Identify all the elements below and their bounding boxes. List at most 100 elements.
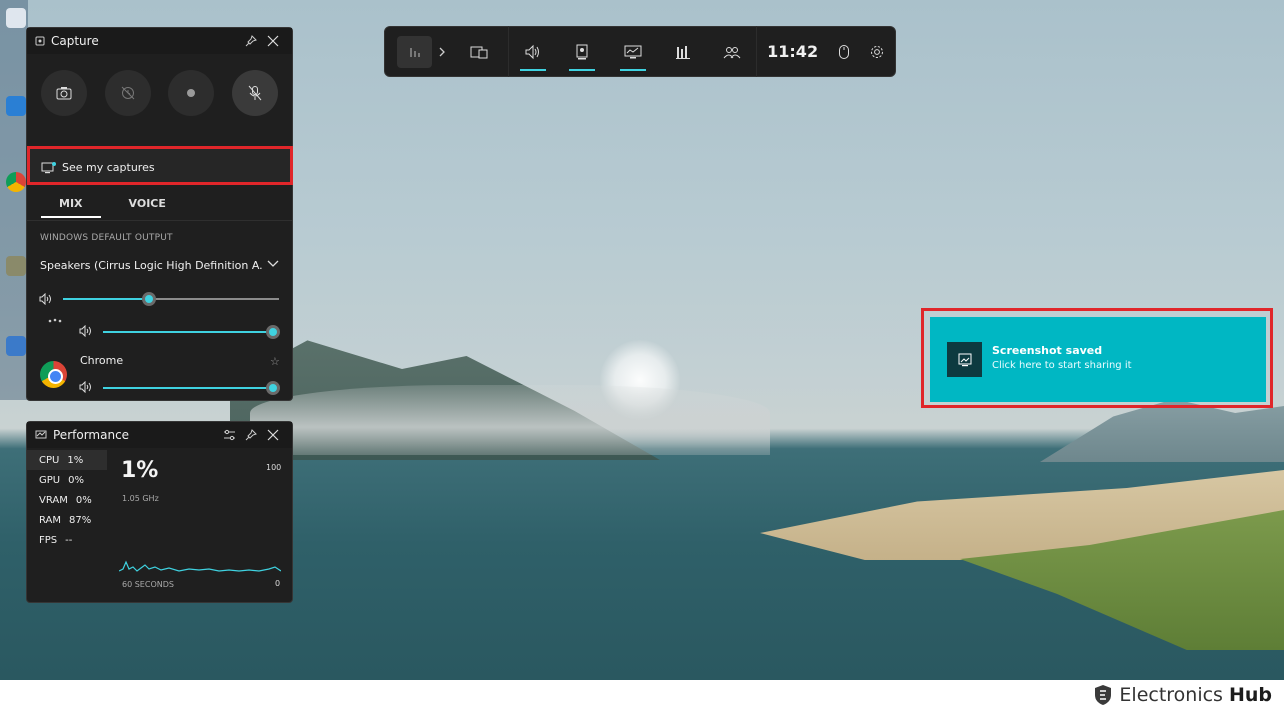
chrome-logo-icon <box>40 361 67 388</box>
stat-value: 1% <box>67 454 84 466</box>
graph-max: 100 <box>266 463 282 472</box>
record-last-button[interactable] <box>104 70 151 116</box>
cpu-frequency: 1.05 GHz <box>122 494 159 503</box>
gear-icon <box>871 45 884 58</box>
capture-buttons <box>27 54 292 116</box>
wallpaper-mist <box>250 385 770 455</box>
widget-menu-button[interactable] <box>397 35 433 68</box>
performance-widget-icon <box>35 430 47 439</box>
master-volume-knob[interactable] <box>142 292 157 306</box>
app-volume-slider[interactable] <box>103 381 280 395</box>
stat-gpu[interactable]: GPU 0% <box>27 470 107 490</box>
speaker-icon <box>79 380 93 396</box>
graph-min: 0 <box>275 579 281 588</box>
favorite-star-icon[interactable]: ☆ <box>270 355 280 368</box>
master-volume-slider[interactable] <box>63 292 279 306</box>
resources-icon <box>675 45 690 59</box>
system-volume-slider[interactable] <box>103 325 280 339</box>
app-name: Chrome <box>80 354 124 367</box>
performance-widget-title: Performance <box>53 428 130 442</box>
speaker-icon <box>79 324 93 340</box>
performance-widget: Performance CPU 1% GPU 0% VRAM 0% RAM 87% FP… <box>26 421 293 603</box>
capture-icon <box>470 46 488 58</box>
xbox-social-icon <box>723 46 741 58</box>
capture-widget-button[interactable] <box>461 26 498 77</box>
mouse-icon <box>838 44 849 59</box>
close-icon <box>267 429 279 441</box>
stat-name: CPU <box>39 454 60 466</box>
stat-cpu[interactable]: CPU 1% <box>27 450 107 470</box>
mic-toggle-button[interactable] <box>231 70 278 116</box>
performance-widget-button[interactable] <box>608 26 658 77</box>
stat-fps[interactable]: FPS -- <box>27 530 107 550</box>
shield-logo-icon <box>1095 685 1112 705</box>
stat-value: -- <box>65 534 73 546</box>
active-indicator <box>569 69 596 71</box>
stat-vram[interactable]: VRAM 0% <box>27 490 107 510</box>
record-widget-icon <box>576 44 588 59</box>
footer: Electronics Hub <box>0 680 1284 711</box>
camera-icon <box>56 87 72 100</box>
output-label: WINDOWS DEFAULT OUTPUT <box>40 233 173 243</box>
see-captures-highlight-box <box>27 146 293 185</box>
close-button[interactable] <box>262 30 284 52</box>
performance-icon <box>624 45 642 58</box>
chevron-down-icon[interactable] <box>267 256 279 272</box>
settings-button[interactable] <box>860 26 895 77</box>
paint-shortcut-icon[interactable] <box>6 336 26 356</box>
mic-off-icon <box>248 85 262 101</box>
pin-icon <box>245 35 257 47</box>
close-button[interactable] <box>262 424 284 446</box>
mouse-settings-button[interactable] <box>828 26 860 77</box>
stats-list: CPU 1% GPU 0% VRAM 0% RAM 87% FPS -- <box>27 450 107 550</box>
widget-menu-icon <box>409 47 420 57</box>
gimp-shortcut-icon[interactable] <box>6 256 26 276</box>
stat-name: GPU <box>39 474 61 486</box>
resources-widget-button[interactable] <box>658 26 708 77</box>
pin-button[interactable] <box>240 424 262 446</box>
active-indicator <box>619 69 646 71</box>
graph-duration: 60 SECONDS <box>122 580 174 589</box>
tab-voice[interactable]: VOICE <box>129 194 184 218</box>
audio-widget-button[interactable] <box>509 26 557 77</box>
capture-overlay-button[interactable] <box>557 26 607 77</box>
output-device-select[interactable]: Speakers (Cirrus Logic High Definition A… <box>40 259 262 272</box>
audio-icon <box>525 44 540 59</box>
close-icon <box>267 35 279 47</box>
expand-chevron-button[interactable] <box>432 26 451 77</box>
cpu-usage-graph <box>119 560 281 572</box>
stat-value: 0% <box>75 494 92 506</box>
chevron-right-icon <box>439 47 445 56</box>
desktop-shortcut-icon[interactable] <box>6 96 26 116</box>
screenshot-button[interactable] <box>41 70 87 116</box>
game-bar: 11:42 <box>384 26 896 77</box>
system-volume-knob[interactable] <box>266 325 280 339</box>
capture-widget-header: Capture <box>27 28 292 54</box>
toast-highlight-box <box>921 308 1273 408</box>
brand-name: Electronics <box>1119 684 1223 706</box>
app-volume-knob[interactable] <box>266 381 280 395</box>
electronics-hub-watermark: Electronics Hub <box>1093 684 1272 706</box>
recycle-bin-icon[interactable] <box>6 8 26 28</box>
stat-name: FPS <box>39 534 58 546</box>
active-indicator <box>520 69 547 71</box>
stat-ram[interactable]: RAM 87% <box>27 510 107 530</box>
audio-tabs: MIX VOICE <box>41 194 184 218</box>
performance-widget-header: Performance <box>27 422 292 448</box>
app-volume-fill <box>103 387 273 389</box>
stat-name: RAM <box>39 514 62 526</box>
options-button[interactable] <box>218 424 240 446</box>
clock: 11:42 <box>767 42 819 61</box>
stat-name: VRAM <box>39 494 68 506</box>
sliders-icon <box>223 429 235 441</box>
system-sounds-icon <box>47 316 63 327</box>
brand-hub: Hub <box>1228 684 1272 706</box>
capture-widget-title: Capture <box>51 34 99 48</box>
chrome-shortcut-icon[interactable] <box>6 172 26 192</box>
master-volume-fill <box>63 298 150 300</box>
start-recording-button[interactable] <box>168 70 215 116</box>
system-volume-fill <box>103 331 273 333</box>
xbox-social-button[interactable] <box>708 26 756 77</box>
pin-button[interactable] <box>240 30 262 52</box>
tab-mix[interactable]: MIX <box>41 194 101 218</box>
